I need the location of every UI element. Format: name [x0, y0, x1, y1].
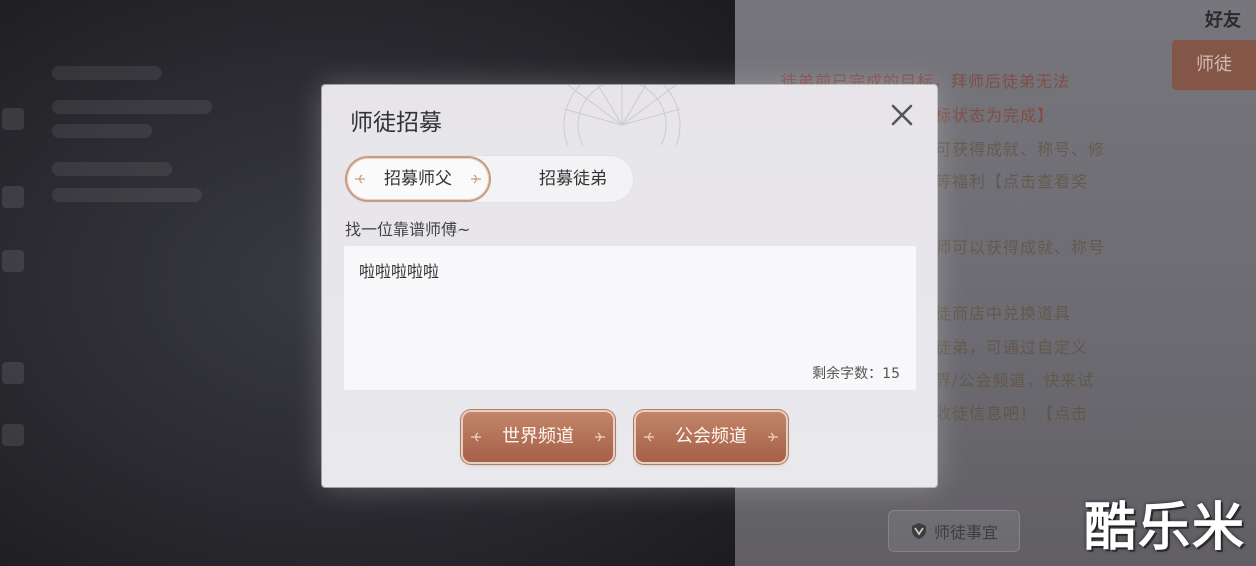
blurred-text [52, 66, 162, 80]
info-line: 收徒信息吧！【点击 [935, 404, 1089, 423]
blurred-text [52, 100, 212, 114]
info-line: 界/公会频道，快来试 [935, 371, 1095, 390]
tab-recruit-apprentice[interactable]: 招募徒弟 [502, 158, 644, 200]
tab-recruit-apprentice-label: 招募徒弟 [539, 169, 607, 189]
watermark: 酷乐米 [1083, 498, 1246, 558]
ornament-icon [768, 432, 778, 442]
info-line: 师可以获得成就、称号 [935, 238, 1106, 257]
blurred-icon [2, 250, 24, 272]
world-channel-button[interactable]: 世界频道 [463, 412, 613, 462]
mentorship-matters-label: 师徒事宜 [933, 523, 998, 542]
world-channel-label: 世界频道 [502, 426, 574, 447]
mentorship-matters-button[interactable]: 师徒事宜 [888, 510, 1020, 552]
ornament-icon [471, 174, 481, 184]
info-line: 标状态为完成】 [935, 106, 1055, 125]
recruit-message-input[interactable]: 啦啦啦啦啦 剩余字数：15 [344, 246, 916, 390]
guild-channel-button[interactable]: 公会频道 [636, 412, 786, 462]
info-line: 可获得成就、称号、修 [935, 140, 1106, 159]
mentor-recruit-dialog: 师徒招募 招募师父 招募徒弟 找一位靠谱师傅~ 啦啦啦啦啦 剩余字数：15 世界… [322, 85, 937, 487]
recruit-subtitle: 找一位靠谱师傅~ [345, 220, 471, 239]
tab-recruit-master-label: 招募师父 [384, 169, 452, 189]
friend-label[interactable]: 好友 [1205, 6, 1241, 32]
blurred-icon [2, 186, 24, 208]
ornament-icon [595, 432, 605, 442]
dialog-title: 师徒招募 [350, 110, 442, 136]
remaining-chars-counter: 剩余字数：15 [812, 366, 900, 382]
blurred-icon [2, 424, 24, 446]
guild-channel-label: 公会频道 [675, 426, 747, 447]
blurred-icon [2, 362, 24, 384]
tab-mentorship[interactable]: 师徒 [1172, 40, 1256, 90]
ornament-icon [355, 174, 365, 184]
info-line: 徒弟，可通过自定义 [935, 338, 1089, 357]
info-line: 徒商店中兑换道具 [935, 304, 1072, 323]
info-line: 等福利【点击查看奖 [935, 172, 1089, 191]
blurred-text [52, 124, 152, 138]
ornament-icon [563, 85, 681, 145]
recruit-message-text: 啦啦啦啦啦 [359, 262, 440, 281]
blurred-text [52, 188, 202, 202]
ornament-icon [471, 432, 481, 442]
ornament-icon [644, 432, 654, 442]
close-icon[interactable] [887, 100, 917, 130]
blurred-text [52, 162, 172, 176]
recruit-tabs: 招募师父 招募徒弟 [344, 155, 634, 203]
blurred-icon [2, 108, 24, 130]
shield-icon [911, 523, 926, 539]
tab-recruit-master[interactable]: 招募师父 [347, 158, 489, 200]
